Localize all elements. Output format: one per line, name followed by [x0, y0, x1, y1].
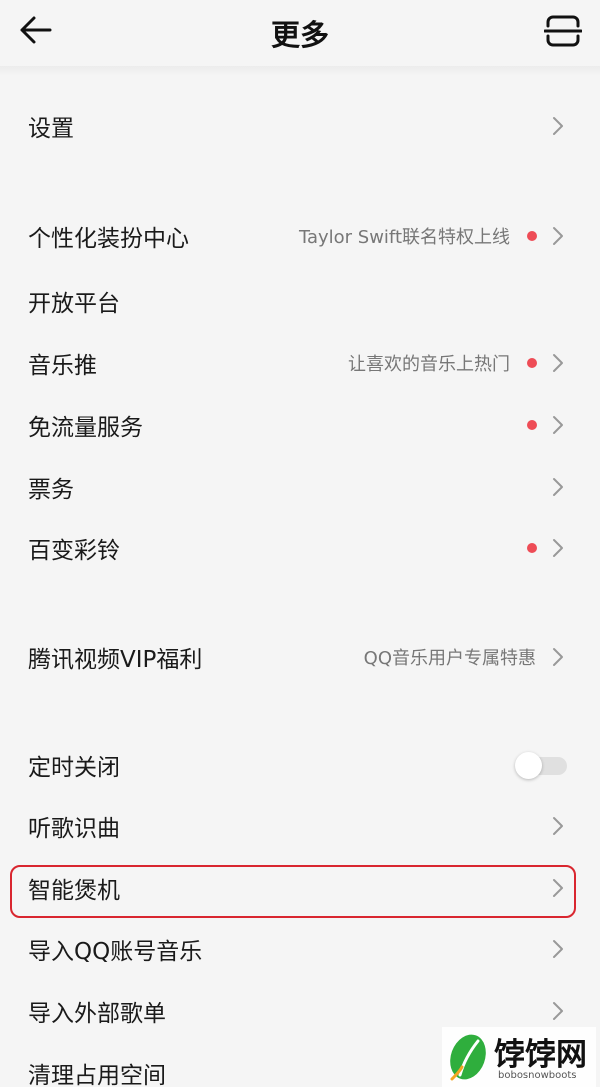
menu-item-settings[interactable]: 设置 [0, 95, 600, 157]
red-dot-badge [527, 358, 537, 368]
red-dot-badge [527, 543, 537, 553]
menu-item-label: 百变彩铃 [28, 538, 120, 564]
chevron-right-icon [552, 939, 564, 959]
menu-item-label: 音乐推 [28, 353, 97, 379]
chevron-right-icon [552, 226, 564, 246]
menu-item-sleep-timer: 定时关闭 [0, 734, 600, 796]
header-divider [0, 66, 600, 76]
menu-item-song-recognition[interactable]: 听歌识曲 [0, 795, 600, 857]
menu-item-label: 免流量服务 [28, 415, 143, 441]
scan-icon[interactable] [543, 14, 583, 48]
chevron-right-icon [552, 816, 564, 836]
chevron-right-icon [552, 116, 564, 136]
menu-item-label: 导入外部歌单 [28, 1001, 166, 1027]
menu-item-open-platform[interactable]: 开放平台 [0, 270, 600, 332]
sleep-timer-toggle[interactable] [515, 752, 567, 779]
red-dot-badge [527, 420, 537, 430]
menu-item-label: 开放平台 [28, 291, 120, 317]
menu-item-label: 腾讯视频VIP福利 [28, 647, 203, 673]
menu-item-label: 导入QQ账号音乐 [28, 939, 203, 965]
highlight-box [10, 865, 576, 918]
toggle-knob [515, 752, 542, 779]
menu-item-label: 定时关闭 [28, 755, 120, 781]
chevron-right-icon [552, 647, 564, 667]
menu-item-tencent-video-vip[interactable]: 腾讯视频VIP福利 QQ音乐用户专属特惠 [0, 626, 600, 688]
watermark-url: bobosnowboots [498, 1070, 577, 1081]
watermark-logo: 饽饽网 bobosnowboots [442, 1027, 596, 1087]
header-bar: 更多 [0, 0, 600, 66]
chevron-right-icon [552, 538, 564, 558]
menu-item-import-qq-music[interactable]: 导入QQ账号音乐 [0, 918, 600, 980]
chevron-right-icon [552, 353, 564, 373]
menu-item-label: 个性化装扮中心 [28, 226, 189, 252]
menu-item-subtitle: 让喜欢的音乐上热门 [348, 354, 510, 375]
watermark-text: 饽饽网 [494, 1037, 587, 1073]
menu-item-label: 清理占用空间 [28, 1063, 166, 1087]
leaf-logo-icon [446, 1031, 490, 1083]
chevron-right-icon [552, 415, 564, 435]
menu-item-personalization-center[interactable]: 个性化装扮中心 Taylor Swift联名特权上线 [0, 205, 600, 267]
menu-item-music-promotion[interactable]: 音乐推 让喜欢的音乐上热门 [0, 332, 600, 394]
chevron-right-icon [552, 1001, 564, 1021]
menu-item-free-data-service[interactable]: 免流量服务 [0, 394, 600, 456]
chevron-right-icon [552, 477, 564, 497]
red-dot-badge [527, 231, 537, 241]
menu-item-label: 设置 [28, 116, 74, 142]
menu-item-tickets[interactable]: 票务 [0, 456, 600, 518]
page-title: 更多 [270, 18, 329, 52]
menu-item-label: 听歌识曲 [28, 816, 120, 842]
menu-item-ringtones[interactable]: 百变彩铃 [0, 517, 600, 579]
menu-item-subtitle: Taylor Swift联名特权上线 [298, 227, 510, 248]
menu-item-label: 票务 [28, 477, 74, 503]
menu-item-subtitle: QQ音乐用户专属特惠 [363, 648, 536, 669]
